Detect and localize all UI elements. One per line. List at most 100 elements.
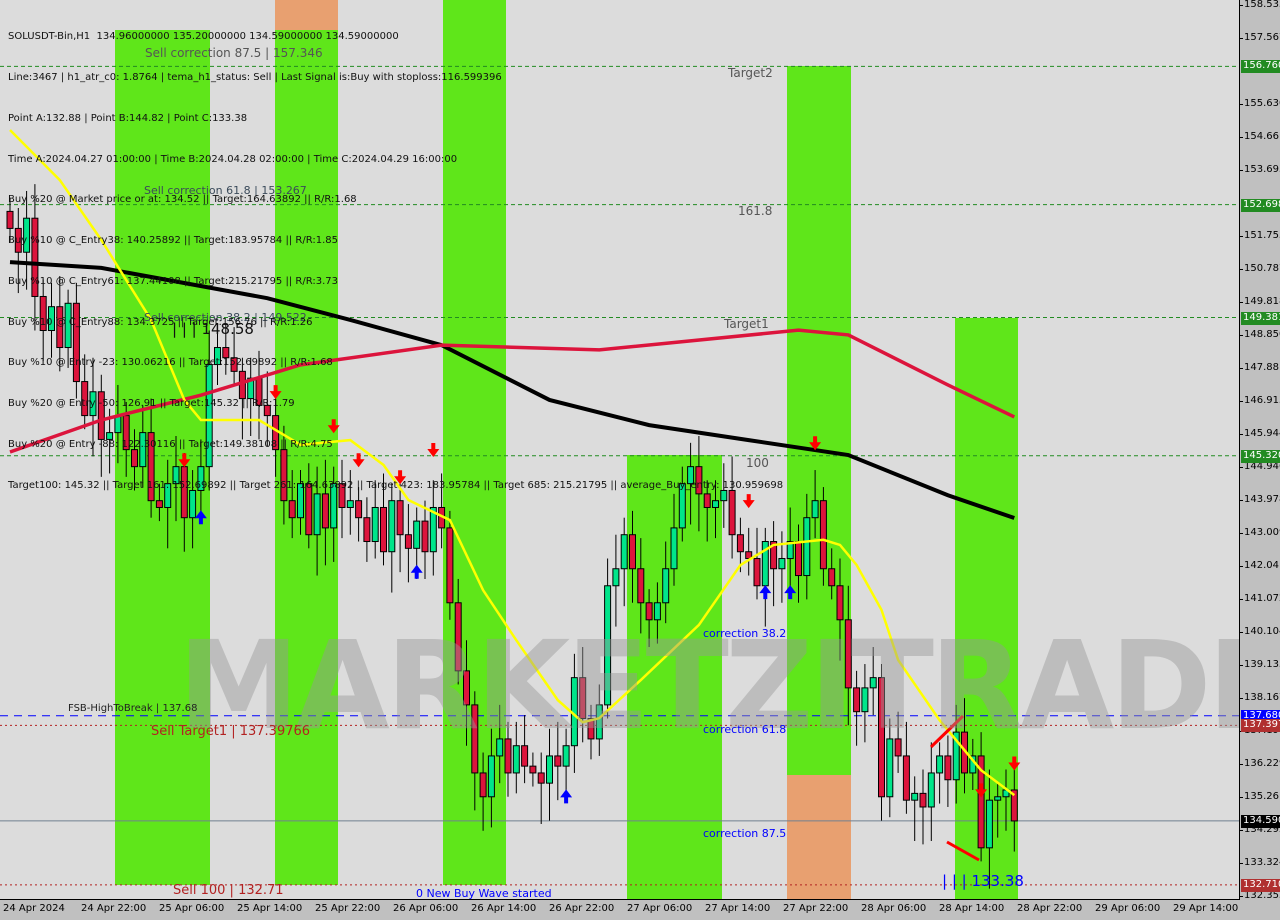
- price-tick: 158.535: [1239, 0, 1280, 10]
- price-tick: 153.693: [1239, 164, 1280, 175]
- info-line: Target100: 145.32 || Target 161: 152.698…: [8, 479, 784, 491]
- time-tick: 29 Apr 06:00: [1095, 903, 1161, 914]
- candle-body: [944, 755, 952, 781]
- candle-body: [479, 772, 487, 798]
- correction-875-label: correction 87.5: [703, 827, 787, 840]
- price-tick: 150.787: [1239, 263, 1280, 274]
- candle-body: [919, 792, 927, 808]
- info-line: SOLUSDT-Bin,H1 134.96000000 135.20000000…: [8, 31, 399, 43]
- price-tick: 138.167: [1239, 692, 1280, 703]
- time-tick: 27 Apr 22:00: [783, 903, 849, 914]
- price-tick: 135.261: [1239, 791, 1280, 802]
- price-level-tag: 156.760: [1241, 60, 1280, 74]
- candle-body: [487, 755, 495, 798]
- candle-body: [985, 799, 993, 849]
- candle-body: [936, 755, 944, 774]
- candle: [919, 769, 927, 845]
- price-level-tag: 137.397: [1241, 719, 1280, 733]
- info-panel: SOLUSDT-Bin,H1 134.96000000 135.20000000…: [8, 3, 783, 520]
- time-tick: 26 Apr 22:00: [549, 903, 615, 914]
- price-tick: 147.881: [1239, 362, 1280, 373]
- time-tick: 28 Apr 06:00: [861, 903, 927, 914]
- candle-body: [828, 568, 836, 587]
- candle: [927, 742, 935, 842]
- candle-body: [927, 772, 935, 808]
- point-c-label: | | | 133.38: [942, 872, 1024, 890]
- candle-body: [404, 534, 412, 549]
- price-axis[interactable]: 156.760152.698149.381145.320137.680137.3…: [1239, 0, 1280, 901]
- price-level-tag: 132.710: [1241, 878, 1280, 892]
- buy-arrow-icon: [410, 564, 423, 579]
- price-tick: 133.324: [1239, 857, 1280, 868]
- price-tick: 142.041: [1239, 560, 1280, 571]
- price-tick: 155.630: [1239, 98, 1280, 109]
- time-tick: 24 Apr 22:00: [81, 903, 147, 914]
- candle-body: [554, 755, 562, 767]
- chart-plot-area[interactable]: MARKETZITRADE SOLUSDT-Bin,H1 134.9600000…: [0, 0, 1240, 900]
- info-line: Buy %10 @ C_Entry61: 137.44108 || Target…: [8, 275, 338, 287]
- candle-body: [620, 534, 628, 570]
- info-line: Buy %10 @ Entry -23: 130.06216 || Target…: [8, 357, 333, 369]
- info-line: Buy %20 @ Entry -88: 122.30116 || Target…: [8, 439, 333, 450]
- new-buy-wave-label: 0 New Buy Wave started: [416, 887, 552, 900]
- time-tick: 27 Apr 14:00: [705, 903, 771, 914]
- price-level-tag: 134.590: [1241, 814, 1280, 828]
- candle-body: [662, 568, 670, 604]
- candle-body: [612, 568, 620, 587]
- info-line: Buy %10 @ C_Entry88: 134.3725 || Target:…: [8, 316, 313, 328]
- candle-body: [778, 558, 786, 570]
- buy-arrow-icon: [560, 789, 573, 804]
- candle-body: [753, 558, 761, 587]
- signal-zone: [787, 775, 851, 899]
- candle-body: [546, 755, 553, 784]
- candle-body: [811, 500, 819, 519]
- price-level-tag: 152.698: [1241, 198, 1280, 212]
- price-tick: 144.946: [1239, 461, 1280, 472]
- price-tick: 143.009: [1239, 527, 1280, 538]
- candle-body: [446, 527, 454, 604]
- candle: [745, 527, 753, 576]
- price-tick: 141.072: [1239, 593, 1280, 604]
- candle: [537, 752, 545, 824]
- candle-body: [902, 755, 910, 801]
- candle-body: [911, 792, 919, 801]
- correction-382-label: correction 38.2: [703, 627, 787, 640]
- time-tick: 25 Apr 22:00: [315, 903, 381, 914]
- candle: [529, 752, 537, 787]
- candle-body: [795, 541, 802, 577]
- price-tick: 143.978: [1239, 494, 1280, 505]
- time-axis[interactable]: 24 Apr 2024 24 Apr 22:00 25 Apr 06:00 25 Ap…: [0, 901, 1240, 920]
- candle-body: [529, 765, 537, 774]
- time-tick: 25 Apr 14:00: [237, 903, 303, 914]
- candle: [612, 534, 620, 627]
- time-tick: 27 Apr 06:00: [627, 903, 693, 914]
- candle: [778, 531, 786, 603]
- candle: [911, 776, 919, 842]
- price-tick: 140.104: [1239, 626, 1280, 637]
- price-tick: 139.135: [1239, 659, 1280, 670]
- time-tick: 28 Apr 14:00: [939, 903, 1005, 914]
- candle-body: [421, 520, 429, 553]
- candle: [770, 521, 778, 607]
- price-tick: 148.850: [1239, 329, 1280, 340]
- candle: [620, 517, 628, 607]
- candle-body: [670, 527, 678, 570]
- candle-body: [413, 520, 421, 549]
- time-tick: 28 Apr 22:00: [1017, 903, 1083, 914]
- time-tick: 29 Apr 14:00: [1173, 903, 1239, 914]
- info-line: Buy %10 @ C_Entry38: 140.25892 || Target…: [8, 235, 338, 247]
- candle-body: [637, 568, 645, 604]
- price-tick: 145.944: [1239, 428, 1280, 439]
- fsb-high-to-break-label: FSB-HighToBreak | 137.68: [68, 703, 198, 714]
- price-tick: 149.818: [1239, 296, 1280, 307]
- candle-body: [537, 772, 545, 784]
- info-line: Buy %20 @ Market price or at: 134.52 || …: [8, 194, 357, 206]
- buy-arrow-icon: [759, 585, 772, 600]
- candle-body: [803, 517, 811, 577]
- info-line: Buy %20 @ Entry -50: 126.91 || Target:14…: [8, 398, 295, 410]
- price-level-tag: 149.381: [1241, 311, 1280, 325]
- time-tick: 26 Apr 06:00: [393, 903, 459, 914]
- candle-body: [994, 796, 1002, 801]
- time-tick: 26 Apr 14:00: [471, 903, 537, 914]
- info-line: Point A:132.88 | Point B:144.82 | Point …: [8, 112, 248, 124]
